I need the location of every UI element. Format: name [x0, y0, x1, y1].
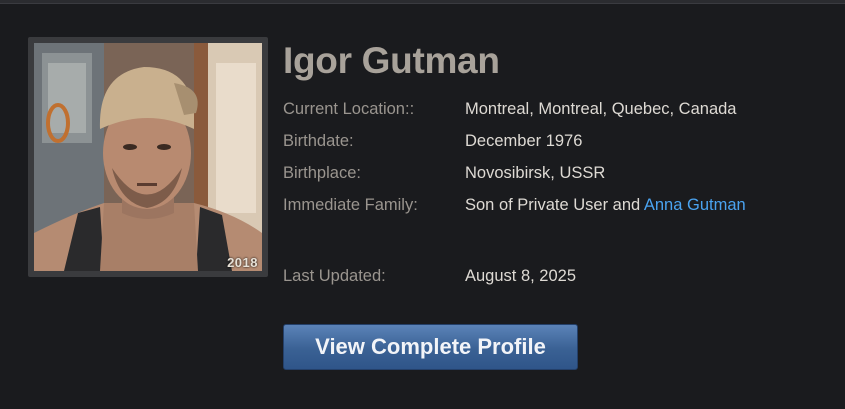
family-label: Immediate Family:: [283, 196, 418, 214]
birthdate-label: Birthdate:: [283, 132, 354, 150]
photo-year-watermark: 2018: [227, 255, 258, 270]
birthdate-value: December 1976: [465, 132, 583, 150]
updated-label: Last Updated:: [283, 267, 386, 285]
location-value: Montreal, Montreal, Quebec, Canada: [465, 100, 737, 118]
birthplace-label: Birthplace:: [283, 164, 361, 182]
location-label: Current Location::: [283, 100, 415, 118]
profile-photo-image: [34, 43, 262, 271]
profile-name: Igor Gutman: [283, 40, 500, 81]
view-complete-profile-button[interactable]: View Complete Profile: [283, 324, 578, 370]
family-value: Son of Private User and Anna Gutman: [465, 195, 746, 215]
profile-photo[interactable]: 2018: [34, 43, 262, 271]
profile-photo-frame: 2018: [28, 37, 268, 277]
updated-value: August 8, 2025: [465, 267, 577, 285]
family-prefix: Son of Private User and: [465, 196, 644, 214]
top-divider: [0, 0, 845, 4]
birthplace-value: Novosibirsk, USSR: [465, 164, 606, 182]
family-member-link[interactable]: Anna Gutman: [644, 196, 746, 214]
